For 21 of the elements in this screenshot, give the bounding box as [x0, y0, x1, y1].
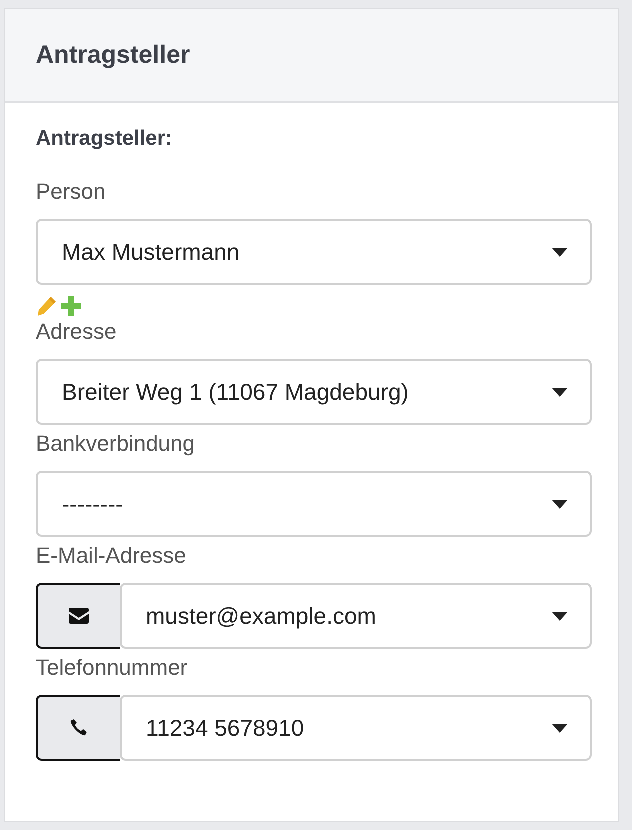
field-label: Person — [36, 179, 106, 205]
plus-icon[interactable] — [61, 296, 81, 316]
select-field[interactable]: Breiter Weg 1 (11067 Magdeburg) — [36, 359, 592, 425]
pencil-icon[interactable] — [36, 295, 58, 317]
select-field[interactable]: muster@example.com — [120, 583, 592, 649]
field-label: Adresse — [36, 319, 117, 345]
panel-title: Antragsteller — [36, 40, 190, 70]
section-heading: Antragsteller: — [36, 127, 173, 151]
caret-icon — [552, 612, 568, 620]
caret-icon — [552, 724, 568, 732]
select-field[interactable]: -------- — [36, 471, 592, 537]
field-label: Telefonnummer — [36, 655, 188, 681]
select-field[interactable]: Max Mustermann — [36, 219, 592, 285]
caret-icon — [552, 248, 568, 256]
field-label: Bankverbindung — [36, 431, 196, 457]
envelope-icon — [69, 608, 89, 624]
caret-icon — [552, 500, 568, 508]
phone-icon — [70, 719, 88, 737]
field-label: E-Mail-Adresse — [36, 543, 186, 569]
select-field[interactable]: 11234 5678910 — [120, 695, 592, 761]
caret-icon — [552, 388, 568, 396]
